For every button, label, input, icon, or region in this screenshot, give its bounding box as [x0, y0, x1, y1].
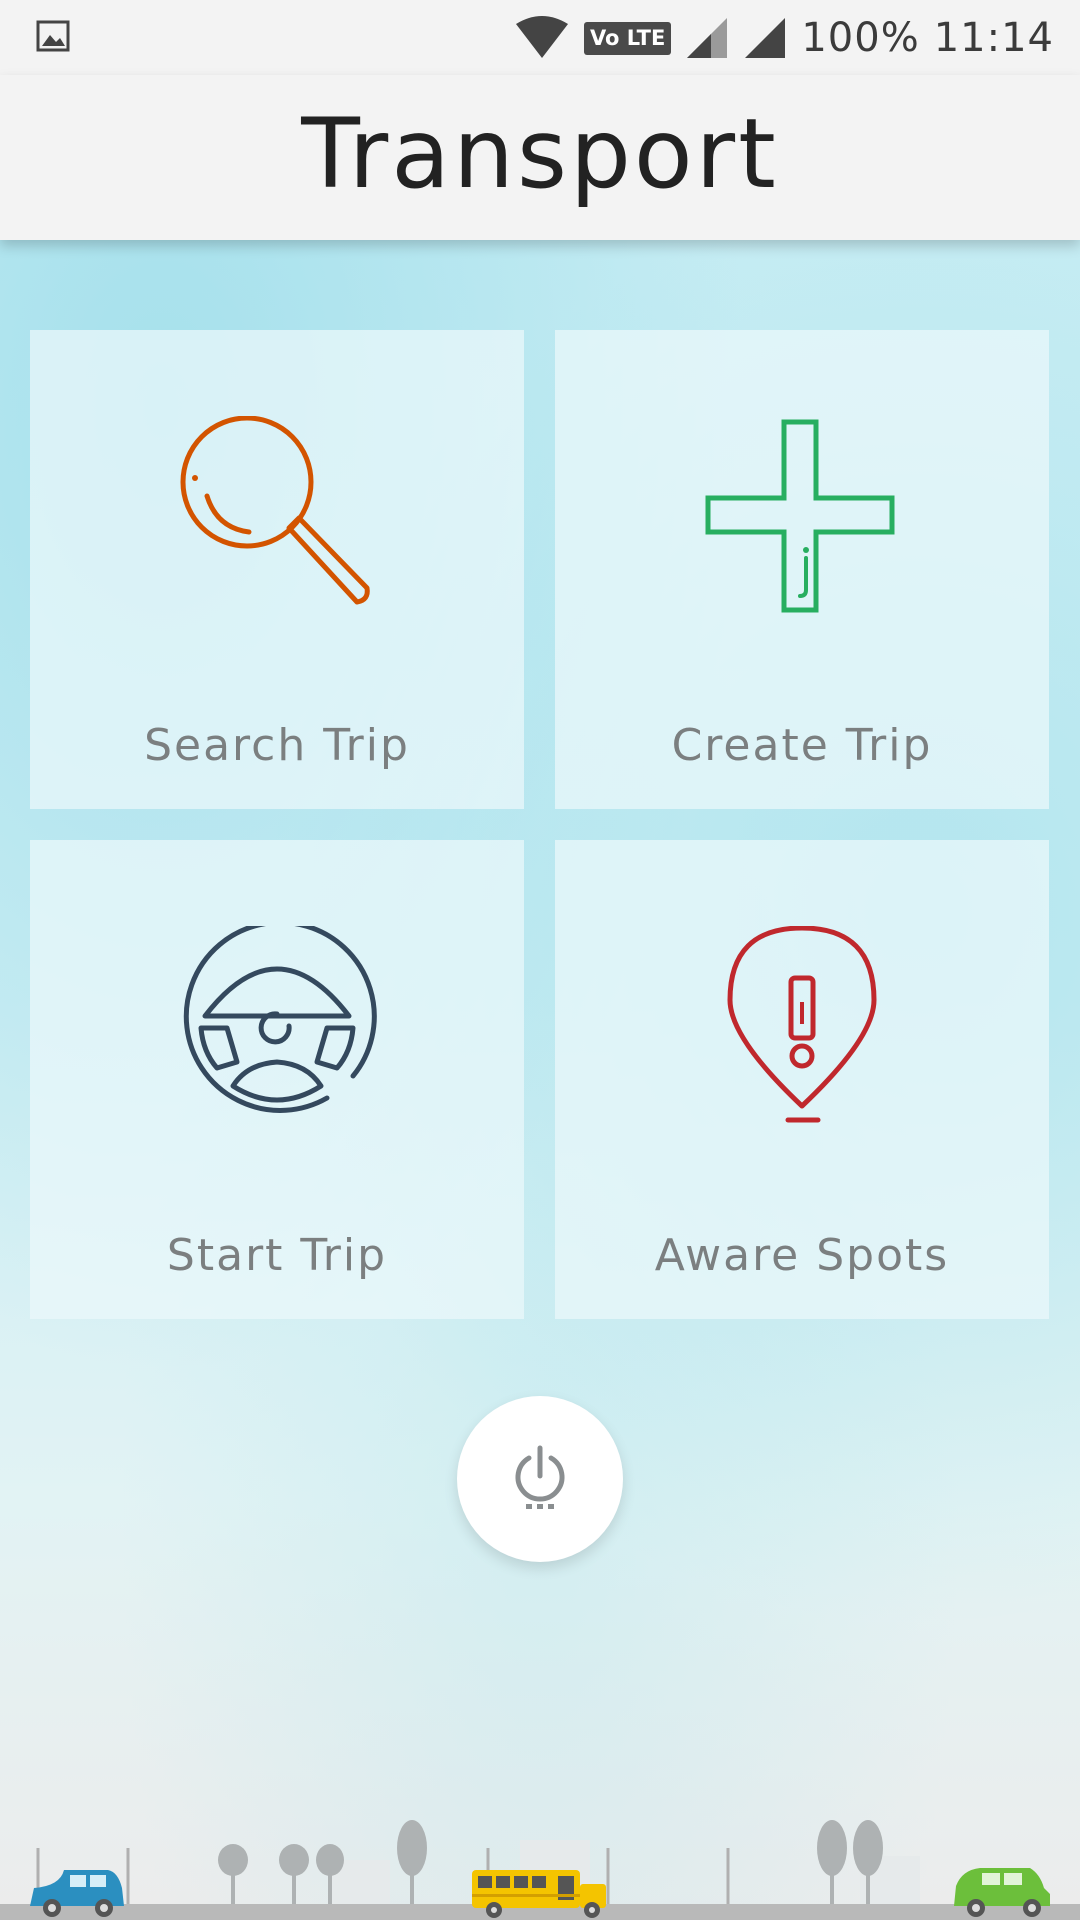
page-title: Transport — [301, 97, 779, 210]
power-button[interactable] — [457, 1396, 623, 1562]
power-icon — [515, 1445, 565, 1509]
signal-icon — [745, 18, 786, 58]
volte-badge: Vo LTE — [583, 21, 672, 55]
screen: Vo LTE 100% 11:14 Transport Search Trip … — [0, 0, 1080, 1920]
aware-spots-tile[interactable]: Aware Spots — [555, 840, 1049, 1319]
main-content: Search Trip Create Trip Start Trip Aware… — [0, 240, 1080, 1920]
battery-text: 100% — [801, 15, 920, 61]
search-trip-tile[interactable]: Search Trip — [30, 330, 524, 809]
create-trip-tile[interactable]: Create Trip — [555, 330, 1049, 809]
magnifier-icon — [180, 416, 370, 605]
start-trip-tile[interactable]: Start Trip — [30, 840, 524, 1319]
wifi-icon — [515, 16, 568, 58]
status-icons: Vo LTE 100% 11:14 — [514, 10, 1054, 66]
signal-icon — [687, 18, 728, 58]
plus-icon — [705, 419, 895, 613]
alert-pin-icon — [727, 926, 877, 1123]
tile-label: Start Trip — [166, 1230, 388, 1281]
tile-label: Aware Spots — [654, 1230, 950, 1281]
gallery-icon — [36, 20, 70, 52]
tile-label: Search Trip — [144, 720, 410, 771]
street-illustration — [0, 1820, 1080, 1920]
clock-text: 11:14 — [933, 15, 1054, 61]
app-bar: Transport — [0, 75, 1080, 240]
status-bar: Vo LTE 100% 11:14 — [0, 0, 1080, 75]
tile-label: Create Trip — [671, 720, 933, 771]
steering-wheel-icon — [183, 926, 377, 1113]
